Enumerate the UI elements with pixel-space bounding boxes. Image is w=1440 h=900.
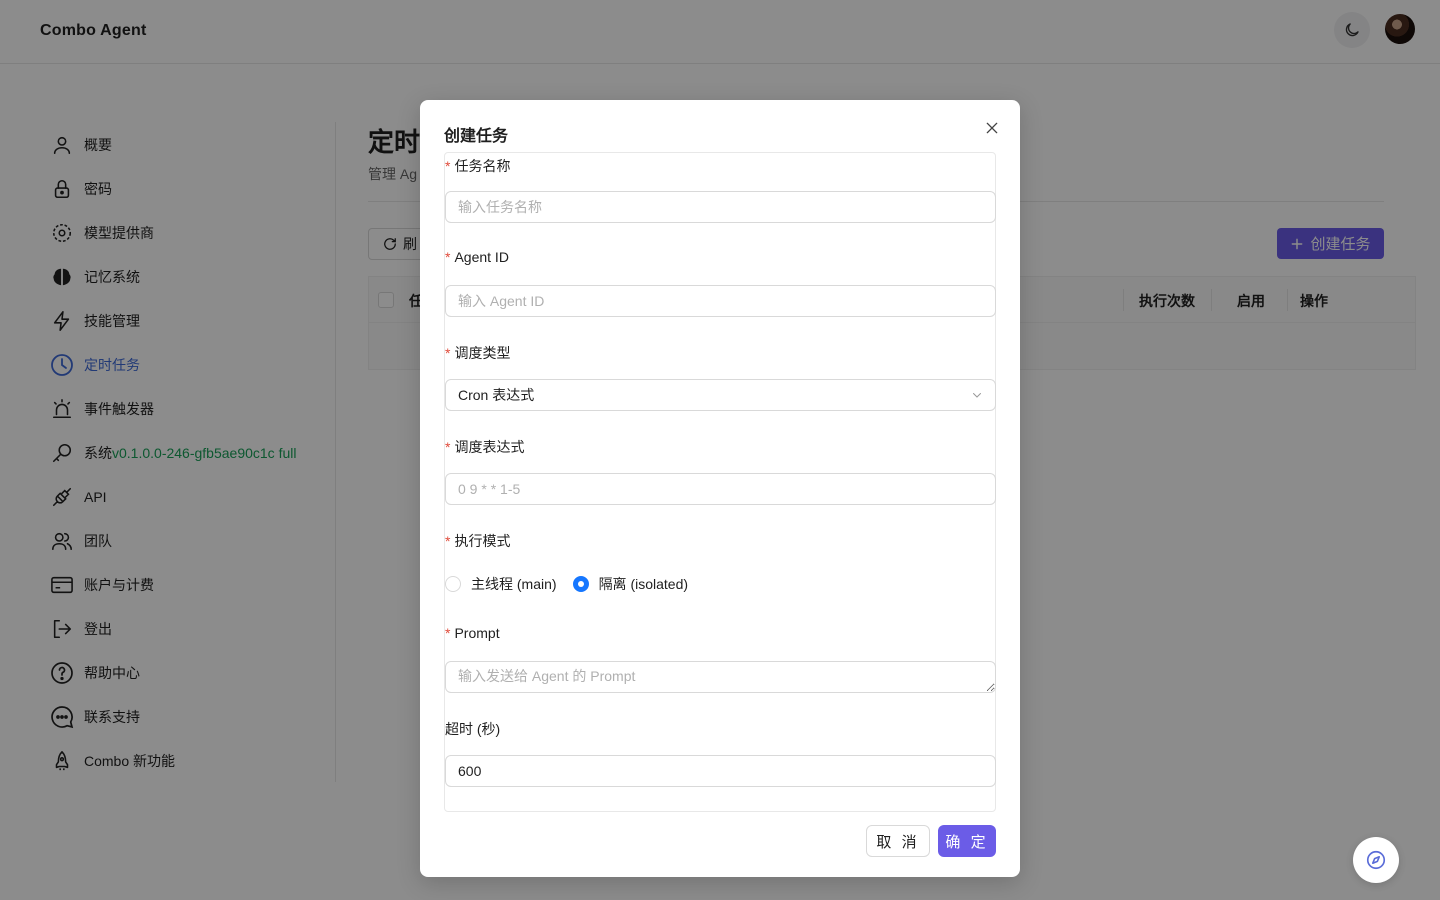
radio-isolated[interactable]: 隔离 (isolated) xyxy=(572,574,689,594)
task-name-input[interactable] xyxy=(445,191,996,223)
field-label-schedule-type: * 调度类型 xyxy=(445,345,511,361)
chevron-down-icon xyxy=(973,393,981,398)
prompt-textarea[interactable] xyxy=(445,661,996,693)
cron-expression-input[interactable] xyxy=(445,473,996,505)
close-icon xyxy=(986,122,998,134)
radio-main-dot[interactable] xyxy=(445,576,461,592)
required-mark: * xyxy=(445,158,451,174)
radio-isolated-dot[interactable] xyxy=(572,576,589,592)
create-task-modal: 创建任务 *任务名称 *Agent ID *调度类型 Cron 表达式 *调度表… xyxy=(420,100,1020,877)
required-mark: * xyxy=(445,439,451,455)
radio-main-label: 主线程 (main) xyxy=(471,576,557,592)
schedule-type-value: Cron 表达式 xyxy=(458,387,535,403)
field-label-timeout: 超时 (秒) xyxy=(445,721,501,737)
required-mark: * xyxy=(445,249,451,265)
compass-fab-button[interactable] xyxy=(1353,837,1399,883)
close-button[interactable] xyxy=(982,118,1002,138)
radio-isolated-label: 隔离 (isolated) xyxy=(598,576,689,592)
compass-icon xyxy=(1366,850,1386,870)
radio-main[interactable]: 主线程 (main) xyxy=(445,574,557,594)
field-label-prompt: * Prompt xyxy=(445,625,500,641)
field-label-mode: * 执行模式 xyxy=(445,533,511,549)
required-mark: * xyxy=(445,625,451,641)
confirm-button[interactable]: 确 定 xyxy=(938,825,996,857)
cancel-button[interactable]: 取 消 xyxy=(866,825,930,857)
field-label-agent: * Agent ID xyxy=(445,249,509,265)
execution-mode-radio-group: 主线程 (main) 隔离 (isolated) xyxy=(445,573,688,595)
agent-id-input[interactable] xyxy=(445,285,996,317)
modal-title: 创建任务 xyxy=(444,128,509,145)
task-form: *任务名称 *Agent ID *调度类型 Cron 表达式 *调度表达式 *执… xyxy=(444,152,996,812)
timeout-input[interactable] xyxy=(445,755,996,787)
required-mark: * xyxy=(445,533,451,549)
field-label-name: * 任务名称 xyxy=(445,158,511,174)
field-label-expression: * 调度表达式 xyxy=(445,439,525,455)
required-mark: * xyxy=(445,345,451,361)
schedule-type-select[interactable]: Cron 表达式 xyxy=(445,379,996,411)
